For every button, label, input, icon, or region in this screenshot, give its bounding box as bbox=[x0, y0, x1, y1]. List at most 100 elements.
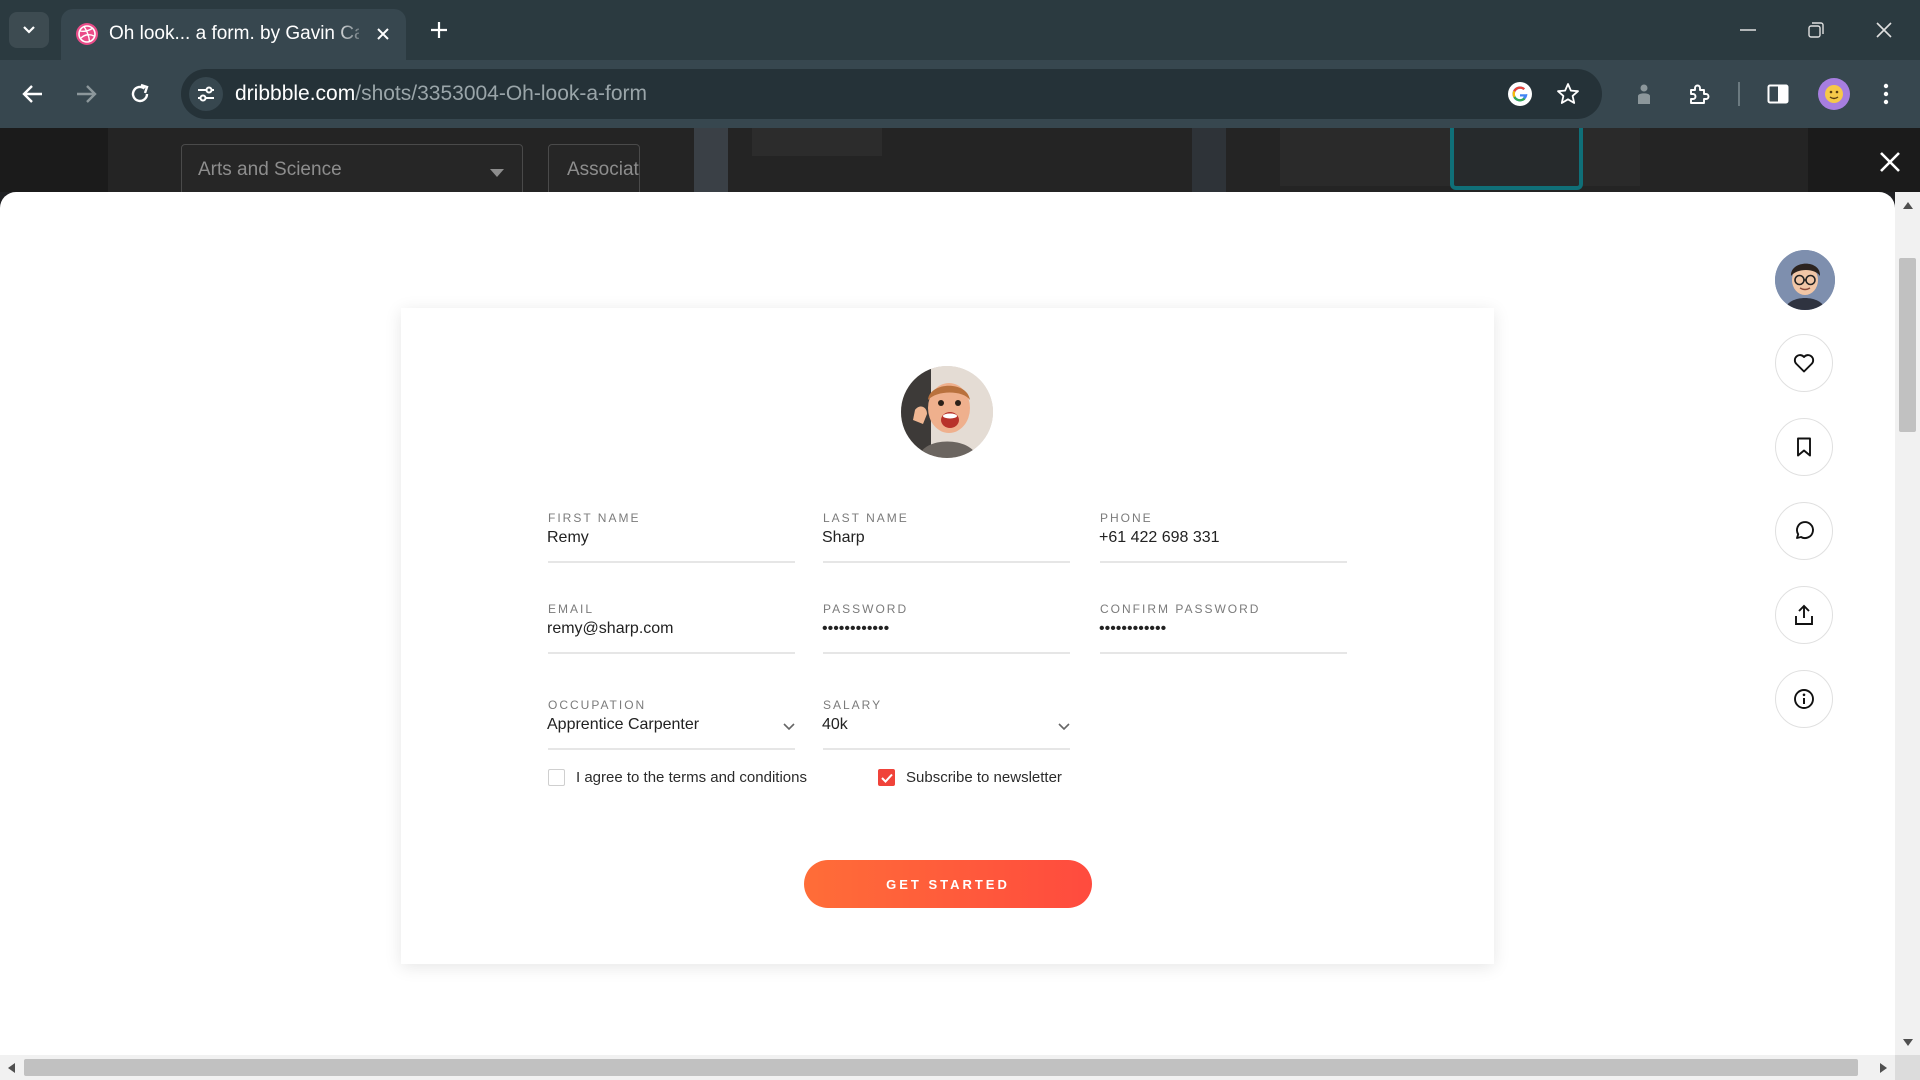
window-close-button[interactable] bbox=[1861, 10, 1907, 50]
chevron-down-icon[interactable] bbox=[1058, 723, 1070, 731]
reload-icon bbox=[131, 83, 149, 103]
email-label: EMAIL bbox=[548, 602, 595, 616]
vertical-scroll-thumb[interactable] bbox=[1899, 258, 1916, 432]
field-underline bbox=[548, 561, 795, 563]
arrow-left-icon bbox=[22, 85, 42, 103]
url-host: dribbble.com bbox=[235, 82, 356, 105]
get-started-button[interactable]: GET STARTED bbox=[804, 860, 1092, 908]
scrollbar-corner bbox=[1895, 1055, 1920, 1080]
scroll-up-button[interactable] bbox=[1895, 198, 1920, 212]
close-icon bbox=[377, 28, 389, 40]
backdrop-select: Arts and Science bbox=[181, 144, 523, 192]
check-icon bbox=[880, 773, 893, 783]
newsletter-checkbox[interactable]: Subscribe to newsletter bbox=[878, 769, 1062, 786]
occupation-label: OCCUPATION bbox=[548, 698, 647, 712]
site-info-button[interactable] bbox=[189, 77, 223, 111]
triangle-up-icon bbox=[1902, 201, 1913, 209]
confirm-password-value[interactable]: •••••••••••• bbox=[1099, 620, 1166, 638]
occupation-value[interactable]: Apprentice Carpenter bbox=[547, 716, 699, 734]
last-name-value[interactable]: Sharp bbox=[822, 529, 865, 547]
extension-button[interactable] bbox=[1626, 76, 1662, 112]
google-lens-button[interactable] bbox=[1506, 80, 1534, 108]
close-icon bbox=[1880, 152, 1900, 172]
tab-title: Oh look... a form. by Gavin Carr bbox=[109, 23, 359, 44]
vertical-scrollbar[interactable] bbox=[1895, 192, 1920, 1055]
password-value[interactable]: •••••••••••• bbox=[822, 620, 889, 638]
newsletter-label: Subscribe to newsletter bbox=[906, 769, 1062, 786]
backdrop-thumbnail bbox=[1192, 128, 1226, 192]
more-vertical-icon bbox=[1883, 83, 1889, 105]
share-button[interactable] bbox=[1775, 586, 1833, 644]
backdrop-thumbnail bbox=[1450, 128, 1583, 190]
phone-label: PHONE bbox=[1100, 511, 1153, 525]
puzzle-icon bbox=[1690, 84, 1710, 104]
extensions-menu-button[interactable] bbox=[1681, 76, 1717, 112]
restore-button[interactable] bbox=[1793, 10, 1839, 50]
horizontal-scrollbar[interactable] bbox=[0, 1055, 1895, 1080]
triangle-down-icon bbox=[1902, 1038, 1913, 1046]
bookmark-star-button[interactable] bbox=[1554, 80, 1582, 108]
shot-modal: FIRST NAME Remy LAST NAME Sharp PHONE +6… bbox=[0, 192, 1895, 1055]
modal-close-button[interactable] bbox=[1874, 146, 1906, 178]
star-icon bbox=[1557, 83, 1579, 104]
info-icon bbox=[1794, 689, 1814, 709]
phone-value[interactable]: +61 422 698 331 bbox=[1099, 529, 1220, 547]
side-panel-button[interactable] bbox=[1760, 76, 1796, 112]
browser-menu-button[interactable] bbox=[1872, 76, 1900, 112]
arrow-right-icon bbox=[77, 85, 97, 103]
scroll-down-button[interactable] bbox=[1895, 1035, 1920, 1049]
restore-icon bbox=[1808, 22, 1824, 38]
tab-title-fade bbox=[331, 19, 371, 49]
field-underline bbox=[1100, 561, 1347, 563]
chevron-down-icon bbox=[23, 26, 35, 34]
field-underline bbox=[548, 748, 795, 750]
new-tab-button[interactable] bbox=[424, 15, 454, 45]
comment-icon bbox=[1796, 521, 1814, 539]
first-name-value[interactable]: Remy bbox=[547, 529, 589, 547]
profile-emoji-icon bbox=[1825, 85, 1843, 103]
scroll-left-button[interactable] bbox=[4, 1055, 18, 1080]
terms-checkbox-box[interactable] bbox=[548, 769, 565, 786]
comment-button[interactable] bbox=[1775, 502, 1833, 560]
chevron-down-icon[interactable] bbox=[783, 723, 795, 731]
dimmed-page-backdrop: Arts and Science Associate bbox=[0, 128, 1920, 192]
backdrop-thumbnail bbox=[694, 128, 728, 192]
info-button[interactable] bbox=[1775, 670, 1833, 728]
tab-search-button[interactable] bbox=[9, 12, 49, 48]
heart-icon bbox=[1793, 354, 1815, 373]
field-underline bbox=[823, 561, 1070, 563]
newsletter-checkbox-box[interactable] bbox=[878, 769, 895, 786]
address-bar[interactable]: dribbble.com/shots/3353004-Oh-look-a-for… bbox=[181, 69, 1602, 119]
url-text[interactable]: dribbble.com/shots/3353004-Oh-look-a-for… bbox=[235, 82, 647, 106]
back-button[interactable] bbox=[15, 76, 51, 112]
profile-avatar[interactable] bbox=[1818, 78, 1850, 110]
designer-avatar[interactable] bbox=[1775, 250, 1835, 310]
horizontal-scroll-thumb[interactable] bbox=[24, 1059, 1858, 1076]
backdrop-select-value: Arts and Science bbox=[198, 159, 342, 180]
browser-tab-bar: Oh look... a form. by Gavin Carr bbox=[0, 0, 1920, 60]
browser-tab-active[interactable]: Oh look... a form. by Gavin Carr bbox=[61, 9, 406, 60]
terms-checkbox[interactable]: I agree to the terms and conditions bbox=[548, 769, 807, 786]
field-underline bbox=[823, 748, 1070, 750]
plus-icon bbox=[431, 22, 447, 38]
tab-close-button[interactable] bbox=[371, 22, 395, 46]
tune-icon bbox=[198, 86, 214, 102]
minimize-button[interactable] bbox=[1725, 10, 1771, 50]
last-name-label: LAST NAME bbox=[823, 511, 909, 525]
scroll-right-button[interactable] bbox=[1876, 1055, 1890, 1080]
close-icon bbox=[1876, 22, 1892, 38]
forward-button[interactable] bbox=[68, 76, 104, 112]
extension-figure-icon bbox=[1638, 84, 1650, 104]
email-value[interactable]: remy@sharp.com bbox=[547, 620, 674, 638]
field-underline bbox=[548, 652, 795, 654]
like-button[interactable] bbox=[1775, 334, 1833, 392]
reload-button[interactable] bbox=[122, 76, 158, 112]
confirm-password-label: CONFIRM PASSWORD bbox=[1100, 602, 1261, 616]
triangle-left-icon bbox=[7, 1062, 15, 1073]
user-photo-icon bbox=[901, 366, 993, 458]
save-button[interactable] bbox=[1775, 418, 1833, 476]
dribbble-favicon-icon bbox=[76, 23, 98, 45]
salary-value[interactable]: 40k bbox=[822, 716, 848, 734]
backdrop-input: Associate bbox=[548, 144, 640, 192]
backdrop-thumbnail bbox=[752, 128, 882, 156]
